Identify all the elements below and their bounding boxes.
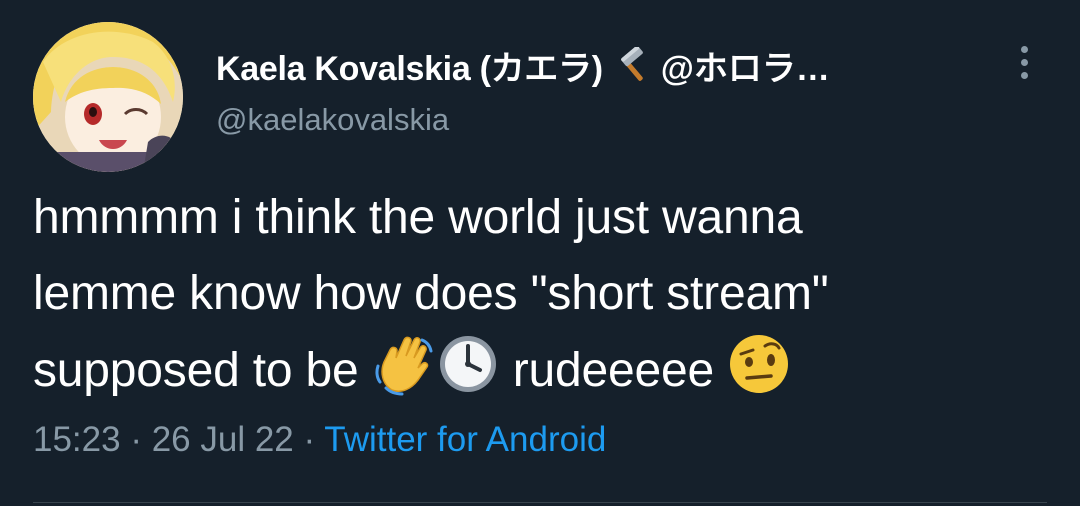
tweet-text-line-3: supposed to be rudeeeee	[33, 332, 1053, 408]
tweet-meta: 15:23 · 26 Jul 22 · Twitter for Android	[33, 420, 606, 460]
avatar[interactable]	[33, 22, 183, 172]
tweet-text-line-3-end: rudeeeee	[512, 344, 715, 397]
tweet-card: Kaela Kovalskia (カエラ) @ホロラ… @kaelakovals…	[0, 0, 1080, 506]
more-dot	[1020, 71, 1028, 79]
tweet-date[interactable]: 26 Jul 22	[152, 420, 294, 459]
more-dot	[1020, 58, 1028, 66]
meta-separator: ·	[120, 420, 152, 459]
hammer-icon	[615, 45, 651, 83]
tweet-text-line-3-start: supposed to be	[33, 344, 359, 397]
tweet-text: hmmmm i think the world just wanna lemme…	[33, 180, 1053, 408]
divider	[33, 502, 1047, 503]
raised-eyebrow-face-icon	[727, 332, 791, 396]
tweet-text-line-1: hmmmm i think the world just wanna	[33, 191, 803, 244]
more-options-icon[interactable]	[1006, 40, 1042, 84]
avatar-image	[33, 22, 183, 172]
clock-icon	[436, 332, 500, 396]
waving-hand-icon	[372, 332, 436, 396]
more-dot	[1020, 45, 1028, 53]
tweet-time[interactable]: 15:23	[33, 420, 121, 459]
author-display-name[interactable]: Kaela Kovalskia (カエラ)	[216, 41, 603, 90]
tweet-text-line-2: lemme know how does "short stream"	[33, 267, 829, 320]
author-name-tail[interactable]: @ホロラ…	[661, 41, 830, 90]
tweet-source-link[interactable]: Twitter for Android	[324, 420, 606, 459]
author-handle[interactable]: @kaelakovalskia	[216, 102, 449, 138]
meta-separator: ·	[293, 420, 325, 459]
author-name-row[interactable]: Kaela Kovalskia (カエラ) @ホロラ…	[216, 40, 830, 90]
